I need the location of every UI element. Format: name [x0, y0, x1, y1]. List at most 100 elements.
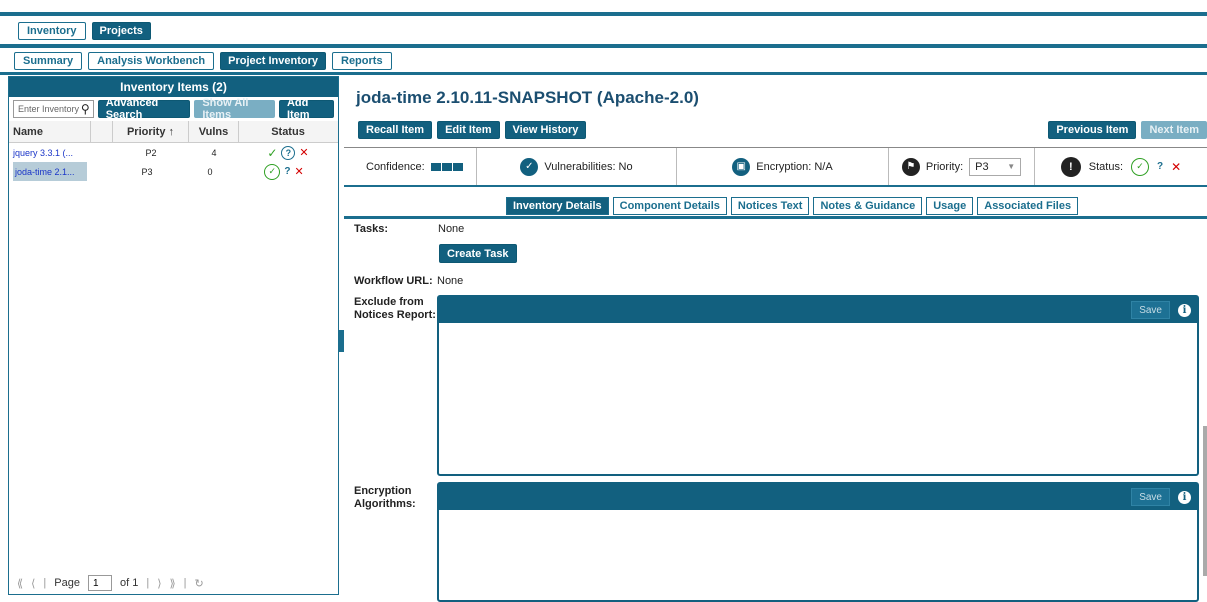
tasks-label: Tasks: — [354, 223, 389, 235]
page-label: Page — [54, 577, 80, 589]
exclude-label-2: Notices Report: — [354, 309, 436, 321]
question-circle-icon[interactable]: ? — [281, 145, 296, 160]
tab-summary[interactable]: Summary — [14, 52, 83, 70]
vulnerabilities-text: Vulnerabilities: No — [544, 160, 633, 173]
flag-icon: ⚑ — [901, 157, 920, 176]
question-icon[interactable]: ? — [284, 166, 290, 177]
tab-inventory-details[interactable]: Inventory Details — [506, 197, 609, 215]
inventory-panel-title: Inventory Items (2) — [9, 77, 338, 97]
status-cell: ! Status: ✓ ? ✕ — [1035, 148, 1207, 185]
save-button[interactable]: Save — [1131, 301, 1170, 319]
item-priority: P2 — [145, 147, 157, 158]
item-status: ✓ ? ✕ — [239, 145, 337, 160]
sub-tabs: Summary Analysis Workbench Project Inven… — [14, 52, 392, 70]
show-all-items-button[interactable]: Show All Items — [194, 97, 275, 121]
confidence-cell: Confidence: — [344, 148, 477, 185]
vertical-scrollbar[interactable] — [1203, 426, 1207, 576]
next-item-button[interactable]: Next Item — [1141, 121, 1207, 139]
encryption-label: Encryption — [354, 485, 412, 497]
page-of-label: of 1 — [119, 577, 139, 589]
priority-cell: ⚑ Priority: P3 ▼ — [889, 148, 1035, 185]
divider — [0, 44, 1207, 48]
column-name[interactable]: Name — [9, 121, 91, 142]
next-page-icon[interactable]: ⟩ — [157, 577, 161, 590]
page-number-input[interactable] — [87, 575, 112, 591]
view-history-button[interactable]: View History — [504, 121, 587, 139]
inventory-details-form: Tasks: None Create Task Workflow URL: No… — [344, 219, 1207, 602]
create-task-button[interactable]: Create Task — [439, 244, 517, 263]
editor-toolbar: Save i — [439, 297, 1197, 323]
tab-associated-files[interactable]: Associated Files — [977, 197, 1079, 215]
confidence-meter — [430, 162, 463, 171]
edit-item-button[interactable]: Edit Item — [437, 121, 500, 139]
previous-item-button[interactable]: Previous Item — [1048, 121, 1137, 139]
pagination: ⟪ ⟨ | Page of 1 | ⟩ ⟫ | ↻ — [9, 572, 338, 594]
divider — [0, 72, 1207, 75]
detail-tabs: Inventory Details Component Details Noti… — [506, 197, 1079, 215]
table-row[interactable]: joda-time 2.1... P3 0 ✓ ? ✕ — [9, 162, 338, 181]
encryption-label-2: Algorithms: — [354, 498, 416, 510]
approve-check-icon[interactable]: ✓ — [267, 146, 277, 160]
add-item-button[interactable]: Add Item — [278, 97, 334, 121]
tasks-value: None — [438, 223, 465, 235]
item-name[interactable]: joda-time 2.1... — [13, 162, 87, 181]
reject-x-icon[interactable]: ✕ — [1171, 160, 1181, 174]
exclude-notices-textarea[interactable] — [439, 323, 1197, 474]
advanced-search-button[interactable]: Advanced Search — [97, 97, 191, 121]
workflow-url-label: Workflow URL: — [354, 275, 433, 287]
tab-inventory[interactable]: Inventory — [18, 22, 86, 40]
info-icon[interactable]: i — [1178, 303, 1191, 317]
tab-projects[interactable]: Projects — [91, 22, 151, 40]
approve-check-circle-icon[interactable]: ✓ — [1131, 157, 1150, 176]
inventory-toolbar: Enter Inventory ⚲ Advanced Search Show A… — [9, 97, 338, 121]
prev-page-icon[interactable]: ⟨ — [31, 577, 35, 590]
table-row[interactable]: jquery 3.3.1 (... P2 4 ✓ ? ✕ — [9, 143, 338, 162]
priority-label: Priority: — [925, 160, 964, 173]
refresh-icon[interactable]: ↻ — [194, 577, 203, 590]
encryption-cell: ▣ Encryption: N/A — [677, 148, 889, 185]
item-status: ✓ ? ✕ — [235, 163, 333, 180]
tab-usage[interactable]: Usage — [926, 197, 974, 215]
encryption-algorithms-textarea[interactable] — [439, 510, 1197, 600]
recall-item-button[interactable]: Recall Item — [358, 121, 433, 139]
confidence-label: Confidence: — [366, 160, 425, 173]
status-label: Status: — [1088, 160, 1124, 173]
column-status[interactable]: Status — [239, 121, 337, 142]
pager-separator: | — [146, 577, 150, 589]
tab-project-inventory[interactable]: Project Inventory — [220, 52, 326, 70]
inventory-search-input[interactable]: Enter Inventory ⚲ — [13, 100, 94, 118]
column-vulns[interactable]: Vulns — [189, 121, 239, 142]
reject-x-icon[interactable]: ✕ — [294, 165, 303, 178]
shield-check-icon: ✓ — [520, 157, 539, 176]
priority-value: P3 — [975, 160, 989, 173]
question-icon[interactable]: ? — [1157, 161, 1163, 172]
tab-reports[interactable]: Reports — [332, 52, 392, 70]
column-priority[interactable]: Priority ↑ — [113, 121, 189, 142]
search-icon[interactable]: ⚲ — [81, 102, 90, 116]
pager-separator: | — [183, 577, 187, 589]
exclude-label: Exclude from — [354, 296, 424, 308]
warning-icon: ! — [1060, 156, 1081, 177]
encryption-algorithms-editor: Save i — [437, 482, 1199, 602]
tab-component-details[interactable]: Component Details — [612, 197, 727, 215]
priority-select[interactable]: P3 ▼ — [969, 157, 1022, 176]
tab-notices-text[interactable]: Notices Text — [730, 197, 810, 215]
chevron-down-icon: ▼ — [1007, 162, 1016, 171]
item-vulns: 4 — [211, 147, 217, 158]
item-name[interactable]: jquery 3.3.1 (... — [9, 148, 91, 158]
info-icon[interactable]: i — [1178, 490, 1191, 504]
table-header: Name Priority ↑ Vulns Status — [9, 121, 338, 143]
save-button[interactable]: Save — [1131, 488, 1170, 506]
tab-notes-guidance[interactable]: Notes & Guidance — [813, 197, 923, 215]
last-page-icon[interactable]: ⟫ — [170, 577, 176, 590]
item-navigation: Previous Item Next Item — [1048, 121, 1207, 139]
top-border — [0, 0, 1207, 16]
item-actions: Recall Item Edit Item View History — [358, 121, 587, 139]
first-page-icon[interactable]: ⟪ — [17, 577, 23, 590]
tab-analysis-workbench[interactable]: Analysis Workbench — [88, 52, 215, 70]
approved-check-circle-icon[interactable]: ✓ — [264, 163, 281, 180]
search-placeholder: Enter Inventory — [18, 104, 80, 114]
workflow-url-value: None — [437, 275, 464, 287]
lock-icon: ▣ — [732, 157, 751, 176]
reject-x-icon[interactable]: ✕ — [299, 146, 308, 159]
